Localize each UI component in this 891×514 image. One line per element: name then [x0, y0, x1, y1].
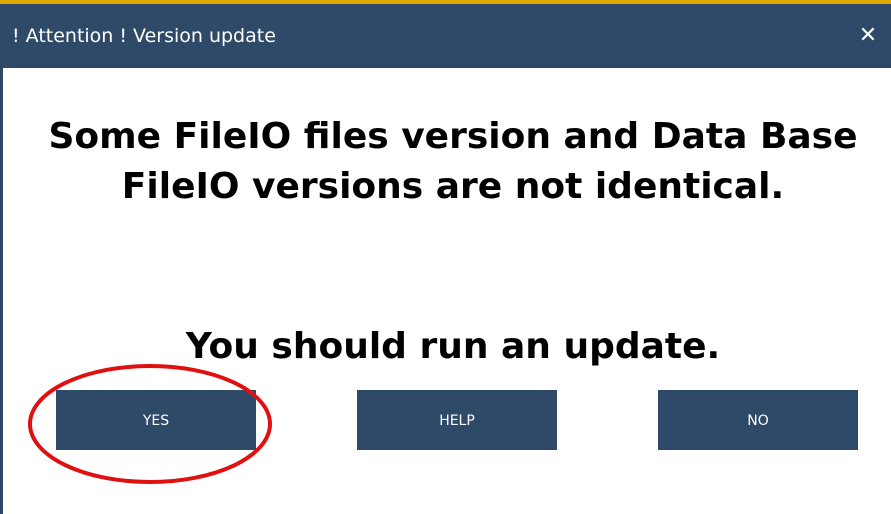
help-button[interactable]: HELP — [357, 390, 557, 450]
window-title: ! Attention ! Version update — [12, 25, 276, 47]
version-update-dialog: ! Attention ! Version update ✕ Some File… — [0, 0, 891, 514]
close-icon[interactable]: ✕ — [851, 18, 885, 54]
yes-button[interactable]: YES — [56, 390, 256, 450]
update-instruction: You should run an update. — [185, 326, 721, 367]
warning-message: Some FileIO files version and Data Base … — [48, 116, 858, 207]
dialog-content: Some FileIO files version and Data Base … — [3, 68, 885, 514]
no-button[interactable]: NO — [658, 390, 858, 450]
titlebar[interactable]: ! Attention ! Version update ✕ — [0, 4, 891, 68]
